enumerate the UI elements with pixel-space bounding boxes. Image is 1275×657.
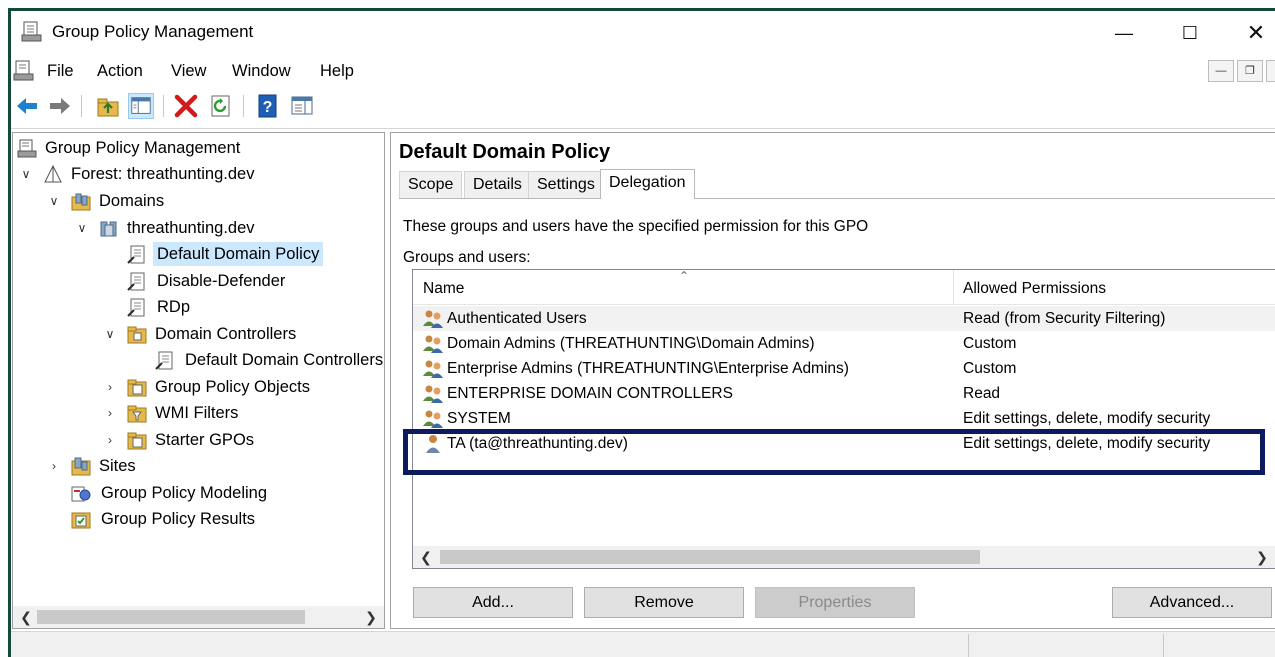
- gpm-icon: [17, 139, 37, 158]
- domains-icon: [71, 193, 91, 211]
- modeling-icon: [71, 486, 91, 502]
- menu-bar: File Action View Window Help — ❐ ✕: [11, 55, 1275, 87]
- collapse-chevron-icon[interactable]: ∨: [47, 189, 61, 213]
- expand-chevron-icon[interactable]: ›: [103, 401, 117, 425]
- wmi-filters-icon: [127, 405, 147, 423]
- delete-icon[interactable]: [173, 93, 199, 119]
- forward-icon[interactable]: [47, 93, 73, 119]
- tab-delegation[interactable]: Delegation: [600, 169, 695, 199]
- gpo-title: Default Domain Policy: [399, 141, 611, 163]
- group-icon: [423, 310, 443, 328]
- gpo-link-icon: [155, 351, 173, 370]
- permissions-list: ⌃ Name Allowed Permissions Authenticated…: [412, 269, 1275, 569]
- properties-view-icon[interactable]: [289, 93, 315, 119]
- gpm-app-icon: [21, 21, 42, 42]
- list-item[interactable]: Authenticated Users Read (from Security …: [413, 306, 1275, 331]
- group-icon: [423, 360, 443, 378]
- mdi-restore-button[interactable]: ❐: [1237, 60, 1263, 82]
- list-item[interactable]: ENTERPRISE DOMAIN CONTROLLERS Read: [413, 381, 1275, 406]
- up-folder-icon[interactable]: [95, 93, 121, 119]
- maximize-button[interactable]: ☐: [1167, 15, 1213, 51]
- window-title: Group Policy Management: [52, 22, 254, 41]
- collapse-chevron-icon[interactable]: ∨: [103, 322, 117, 346]
- scroll-right-icon[interactable]: ❯: [1251, 546, 1273, 568]
- gpo-container-icon: [127, 379, 147, 397]
- mdi-minimize-button[interactable]: —: [1208, 60, 1234, 82]
- mmc-menu-icon[interactable]: [13, 60, 35, 82]
- expand-chevron-icon[interactable]: ›: [103, 375, 117, 399]
- gpo-link-icon: [127, 298, 145, 317]
- ou-icon: [127, 326, 147, 344]
- sites-icon: [71, 457, 91, 476]
- scroll-thumb[interactable]: [37, 610, 305, 624]
- results-icon: [71, 512, 91, 529]
- back-icon[interactable]: [14, 93, 40, 119]
- forest-icon: [44, 165, 62, 183]
- details-pane: Default Domain Policy Scope Details Sett…: [390, 132, 1275, 629]
- menu-window[interactable]: Window: [232, 62, 291, 81]
- advanced-button[interactable]: Advanced...: [1112, 587, 1272, 618]
- starter-gpos-icon: [127, 432, 147, 450]
- highlight-annotation-box: [403, 429, 1265, 475]
- list-item[interactable]: Domain Admins (THREATHUNTING\Domain Admi…: [413, 331, 1275, 356]
- delegation-description: These groups and users have the specifie…: [403, 218, 869, 235]
- list-horizontal-scrollbar[interactable]: ❮ ❯: [413, 546, 1275, 568]
- tab-details[interactable]: Details: [464, 171, 531, 198]
- menu-action[interactable]: Action: [97, 62, 143, 81]
- groups-and-users-label: Groups and users:: [403, 249, 531, 266]
- group-icon: [423, 385, 443, 403]
- console-tree: Group Policy Management ∨ Forest: threat…: [12, 132, 385, 629]
- refresh-icon[interactable]: [208, 93, 234, 119]
- collapse-chevron-icon[interactable]: ∨: [75, 216, 89, 240]
- svg-text:?: ?: [263, 99, 273, 116]
- add-button[interactable]: Add...: [413, 587, 573, 618]
- expand-chevron-icon[interactable]: ›: [103, 428, 117, 452]
- tab-scope[interactable]: Scope: [399, 171, 463, 198]
- group-icon: [423, 335, 443, 353]
- column-name[interactable]: Name: [413, 270, 953, 305]
- remove-button[interactable]: Remove: [584, 587, 744, 618]
- scroll-left-icon[interactable]: ❮: [415, 546, 437, 568]
- scroll-right-icon[interactable]: ❯: [360, 606, 382, 628]
- menu-file[interactable]: File: [47, 62, 74, 81]
- collapse-chevron-icon[interactable]: ∨: [19, 162, 33, 186]
- toolbar: ?: [11, 87, 1275, 129]
- group-icon: [423, 410, 443, 428]
- mdi-close-button[interactable]: ✕: [1266, 60, 1275, 82]
- column-allowed-permissions[interactable]: Allowed Permissions: [953, 270, 1275, 305]
- gpo-link-icon: [127, 272, 145, 291]
- title-bar: Group Policy Management — ☐ ✕: [11, 11, 1275, 55]
- gpo-link-icon: [127, 245, 145, 264]
- tab-settings[interactable]: Settings: [528, 171, 604, 198]
- expand-chevron-icon[interactable]: ›: [47, 454, 61, 478]
- list-item[interactable]: Enterprise Admins (THREATHUNTING\Enterpr…: [413, 356, 1275, 381]
- scroll-thumb[interactable]: [440, 550, 980, 564]
- minimize-button[interactable]: —: [1101, 15, 1147, 51]
- menu-help[interactable]: Help: [320, 62, 354, 81]
- status-bar: [11, 631, 1275, 657]
- show-hide-tree-icon[interactable]: [128, 93, 154, 119]
- list-item[interactable]: SYSTEM Edit settings, delete, modify sec…: [413, 406, 1275, 431]
- close-button[interactable]: ✕: [1233, 15, 1275, 51]
- properties-button: Properties: [755, 587, 915, 618]
- domain-icon: [100, 221, 117, 237]
- help-icon[interactable]: ?: [255, 93, 281, 119]
- menu-view[interactable]: View: [171, 62, 206, 81]
- list-header: ⌃ Name Allowed Permissions: [413, 270, 1275, 305]
- gpm-window: Group Policy Management — ☐ ✕ File Actio…: [8, 8, 1275, 657]
- tree-horizontal-scrollbar[interactable]: ❮ ❯: [13, 606, 384, 628]
- scroll-left-icon[interactable]: ❮: [15, 606, 37, 628]
